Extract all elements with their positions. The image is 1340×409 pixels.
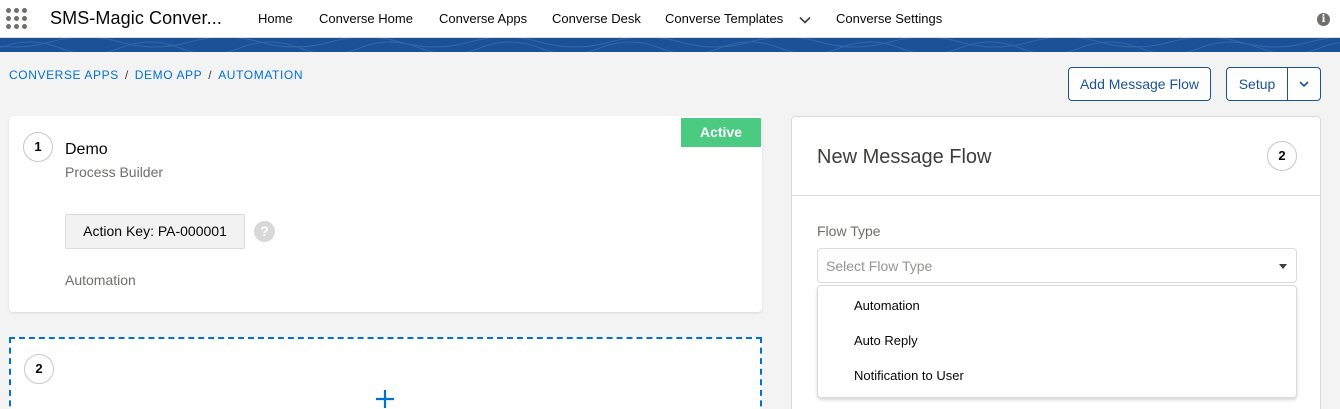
app-launcher-icon[interactable]: [6, 8, 28, 30]
step-number: 2: [1267, 141, 1297, 171]
question-icon[interactable]: ?: [254, 221, 275, 242]
flow-type-placeholder: Select Flow Type: [826, 258, 933, 274]
breadcrumb-automation[interactable]: AUTOMATION: [218, 68, 303, 82]
nav-item-converse-templates[interactable]: Converse Templates: [665, 11, 783, 26]
band-pattern: [0, 38, 1340, 52]
setup-button[interactable]: Setup: [1226, 67, 1288, 101]
flow-title: Demo: [65, 141, 108, 158]
nav-item-converse-desk[interactable]: Converse Desk: [552, 11, 641, 26]
breadcrumb-converse-apps[interactable]: CONVERSE APPS: [9, 68, 119, 82]
caret-down-icon: [1279, 264, 1287, 269]
chevron-down-icon[interactable]: [798, 13, 812, 27]
step-number: 1: [23, 132, 53, 162]
app-name: SMS-Magic Conver...: [50, 8, 222, 28]
nav-item-converse-home[interactable]: Converse Home: [319, 11, 413, 26]
option-notification-to-user[interactable]: Notification to User: [854, 368, 964, 383]
flow-subtitle: Process Builder: [65, 164, 164, 180]
option-automation[interactable]: Automation: [854, 298, 920, 313]
breadcrumb-demo-app[interactable]: DEMO APP: [135, 68, 202, 82]
option-auto-reply[interactable]: Auto Reply: [854, 333, 918, 348]
add-message-flow-button[interactable]: Add Message Flow: [1068, 67, 1211, 101]
nav-item-home[interactable]: Home: [258, 11, 293, 26]
nav-item-converse-settings[interactable]: Converse Settings: [836, 11, 942, 26]
chevron-down-icon: [1299, 81, 1309, 88]
breadcrumb-separator: /: [124, 68, 129, 82]
status-badge: Active: [681, 118, 761, 147]
plus-icon[interactable]: [374, 388, 396, 409]
breadcrumb-separator: /: [208, 68, 213, 82]
flow-type-label: Automation: [65, 272, 136, 288]
info-icon[interactable]: i: [1317, 13, 1330, 26]
breadcrumb: CONVERSE APPS / DEMO APP / AUTOMATION: [9, 68, 303, 82]
brand-band: [0, 38, 1340, 52]
panel-title: New Message Flow: [817, 146, 992, 168]
nav-item-converse-apps[interactable]: Converse Apps: [439, 11, 527, 26]
setup-dropdown-button[interactable]: [1287, 67, 1321, 101]
flow-type-label: Flow Type: [817, 223, 881, 239]
action-key-chip: Action Key: PA-000001: [65, 214, 245, 249]
step-number: 2: [24, 354, 54, 384]
